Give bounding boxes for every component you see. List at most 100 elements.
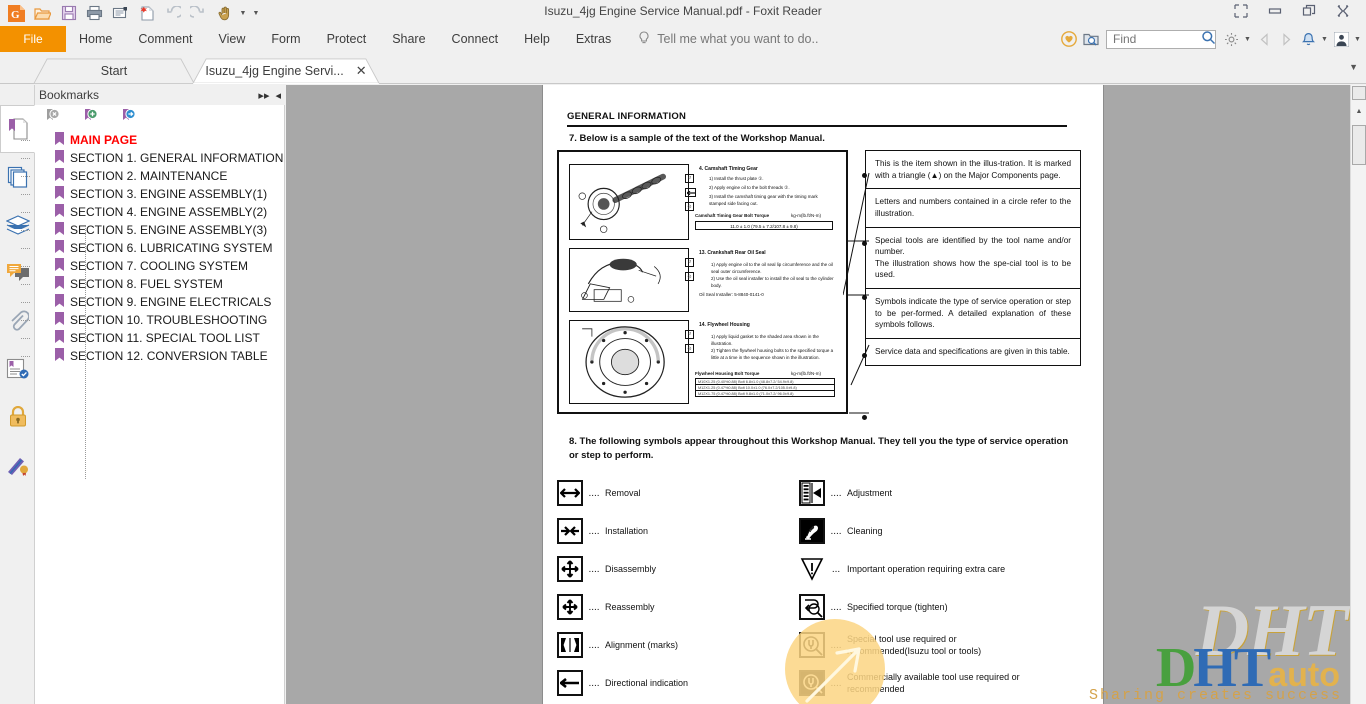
tab-start-label: Start [100,64,128,78]
account-dropdown-icon[interactable]: ▼ [1353,36,1362,43]
document-scrollbar[interactable]: ▲ [1350,85,1366,704]
bookmark-item-section-9[interactable]: SECTION 9. ENGINE ELECTRICALS [21,293,284,311]
sidebar-item-digital-signatures[interactable] [0,441,35,489]
tree-dash [21,194,30,195]
sidebar-item-bookmarks[interactable] [0,105,35,153]
menu-item-home[interactable]: Home [66,26,125,52]
document-viewport[interactable]: GENERAL INFORMATION 7. Below is a sample… [286,85,1350,704]
menu-item-help[interactable]: Help [511,26,563,52]
restore-layout-icon[interactable] [1224,0,1258,22]
close-icon[interactable] [1326,0,1360,22]
scrollbar-up-button[interactable]: ▲ [1351,103,1366,119]
bookmark-item-section-8[interactable]: SECTION 8. FUEL SYSTEM [21,275,284,293]
delete-bookmark-icon[interactable] [45,108,61,127]
bookmark-item-section-2[interactable]: SECTION 2. MAINTENANCE [21,167,284,185]
figure-panel2-step2: 2) Use the oil seal installer to install… [711,276,834,288]
pdf-page: GENERAL INFORMATION 7. Below is a sample… [543,85,1103,704]
maximize-icon[interactable] [1292,0,1326,22]
four-arrow-in-icon [557,594,583,620]
tab-start[interactable]: Start [28,58,200,84]
tell-me-box[interactable]: Tell me what you want to do.. [624,26,818,52]
previous-view-icon[interactable] [1254,28,1274,50]
sidebar-item-comments[interactable] [0,249,35,297]
qat-overflow-icon[interactable]: ▼ [249,1,263,25]
redo-icon[interactable] [186,1,211,25]
find-folder-icon[interactable] [1081,28,1101,50]
symbol-torque-mini-1: ↺ [685,174,694,183]
hand-tool-dropdown-icon[interactable]: ▼ [238,1,248,25]
bookmark-item-section-10[interactable]: SECTION 10. TROUBLESHOOTING [21,311,284,329]
symbol-dots: .... [830,525,842,537]
bookmark-label: SECTION 1. GENERAL INFORMATION [70,151,284,165]
tab-document[interactable]: Isuzu_4jg Engine Servi... ✕ [186,58,386,84]
cleaning-hand-icon [799,518,825,544]
heart-icon[interactable] [1059,28,1079,50]
bookmark-item-section-7[interactable]: SECTION 7. COOLING SYSTEM [21,257,284,275]
notification-dropdown-icon[interactable]: ▼ [1320,36,1329,43]
scrollbar-top-box[interactable] [1352,86,1366,100]
bookmark-label: SECTION 4. ENGINE ASSEMBLY(2) [70,205,268,219]
new-bookmark-icon[interactable] [83,108,99,127]
menu-item-form[interactable]: Form [258,26,313,52]
page-item-7: 7. Below is a sample of the text of the … [569,133,825,144]
sidebar-item-layers[interactable] [0,201,35,249]
menu-item-connect[interactable]: Connect [439,26,512,52]
bookmark-item-section-3[interactable]: SECTION 3. ENGINE ASSEMBLY(1) [21,185,284,203]
symbol-arrow-mini-1 [685,188,696,197]
open-icon[interactable] [30,1,55,25]
panel-expand-icon[interactable]: ▸▸ [258,89,269,102]
account-avatar-icon[interactable] [1331,28,1351,50]
create-pdf-icon[interactable] [134,1,159,25]
symbol-dots: .... [588,601,600,613]
email-icon[interactable] [108,1,133,25]
symbol-row-adjustment: .... Adjustment [799,480,892,506]
search-input[interactable] [1113,32,1201,46]
menu-item-protect[interactable]: Protect [314,26,380,52]
hand-tool-icon[interactable] [212,1,237,25]
figure-panel3-table-unit: kg-m(lb.ft/N-m) [791,371,821,376]
tree-dash [21,230,30,231]
page-item-8: 8. The following symbols appear througho… [569,436,1069,461]
tab-close-icon[interactable]: ✕ [356,63,367,79]
menu-item-comment[interactable]: Comment [125,26,205,52]
bookmarks-panel-title: Bookmarks [39,88,100,102]
sidebar-item-destinations[interactable] [0,345,35,393]
sidebar-item-security[interactable] [0,393,35,441]
figure-panel3-table-label: Flywheel Housing Bolt Torque [695,371,760,376]
scrollbar-thumb[interactable] [1352,125,1366,165]
next-view-icon[interactable] [1276,28,1296,50]
symbol-row-directional: .... Directional indication [557,670,688,696]
callout-4: Symbols indicate the type of service ope… [865,288,1081,340]
menu-item-share[interactable]: Share [379,26,438,52]
bookmark-item-section-12[interactable]: SECTION 12. CONVERSION TABLE [21,347,284,365]
bookmark-item-section-11[interactable]: SECTION 11. SPECIAL TOOL LIST [21,329,284,347]
ribbon-collapse-icon[interactable]: ▼ [1349,62,1358,72]
figure-panel1-step3: 3) Install the camshaft timing gear with… [709,194,818,206]
settings-gear-icon[interactable] [1221,28,1241,50]
document-tab-strip: Start Isuzu_4jg Engine Servi... ✕ [0,56,1366,84]
search-icon[interactable] [1201,30,1216,48]
callout-5: Service data and specifications are give… [865,338,1081,366]
notification-bell-icon[interactable] [1298,28,1318,50]
goto-bookmark-icon[interactable] [121,108,137,127]
bookmark-item-main-page[interactable]: MAIN PAGE [21,131,284,149]
bookmark-label: SECTION 12. CONVERSION TABLE [70,349,268,363]
bookmark-item-section-6[interactable]: SECTION 6. LUBRICATING SYSTEM [21,239,284,257]
print-icon[interactable] [82,1,107,25]
settings-dropdown-icon[interactable]: ▼ [1243,36,1252,43]
search-box[interactable] [1106,29,1216,49]
save-icon[interactable] [56,1,81,25]
bookmark-item-section-4[interactable]: SECTION 4. ENGINE ASSEMBLY(2) [21,203,284,221]
menu-file[interactable]: File [0,26,66,52]
bookmark-item-section-5[interactable]: SECTION 5. ENGINE ASSEMBLY(3) [21,221,284,239]
tree-dash [21,284,30,285]
menu-item-extras[interactable]: Extras [563,26,624,52]
undo-icon[interactable] [160,1,185,25]
foxit-logo-icon[interactable]: G [4,1,29,25]
menu-item-view[interactable]: View [206,26,259,52]
minimize-icon[interactable] [1258,0,1292,22]
panel-collapse-icon[interactable]: ◂ [275,89,281,102]
bookmark-flag-icon [55,203,64,221]
bookmark-item-section-1[interactable]: SECTION 1. GENERAL INFORMATION [21,149,284,167]
figure-panel1-torque-unit: kg-m(lb.ft/N-m) [791,213,821,218]
